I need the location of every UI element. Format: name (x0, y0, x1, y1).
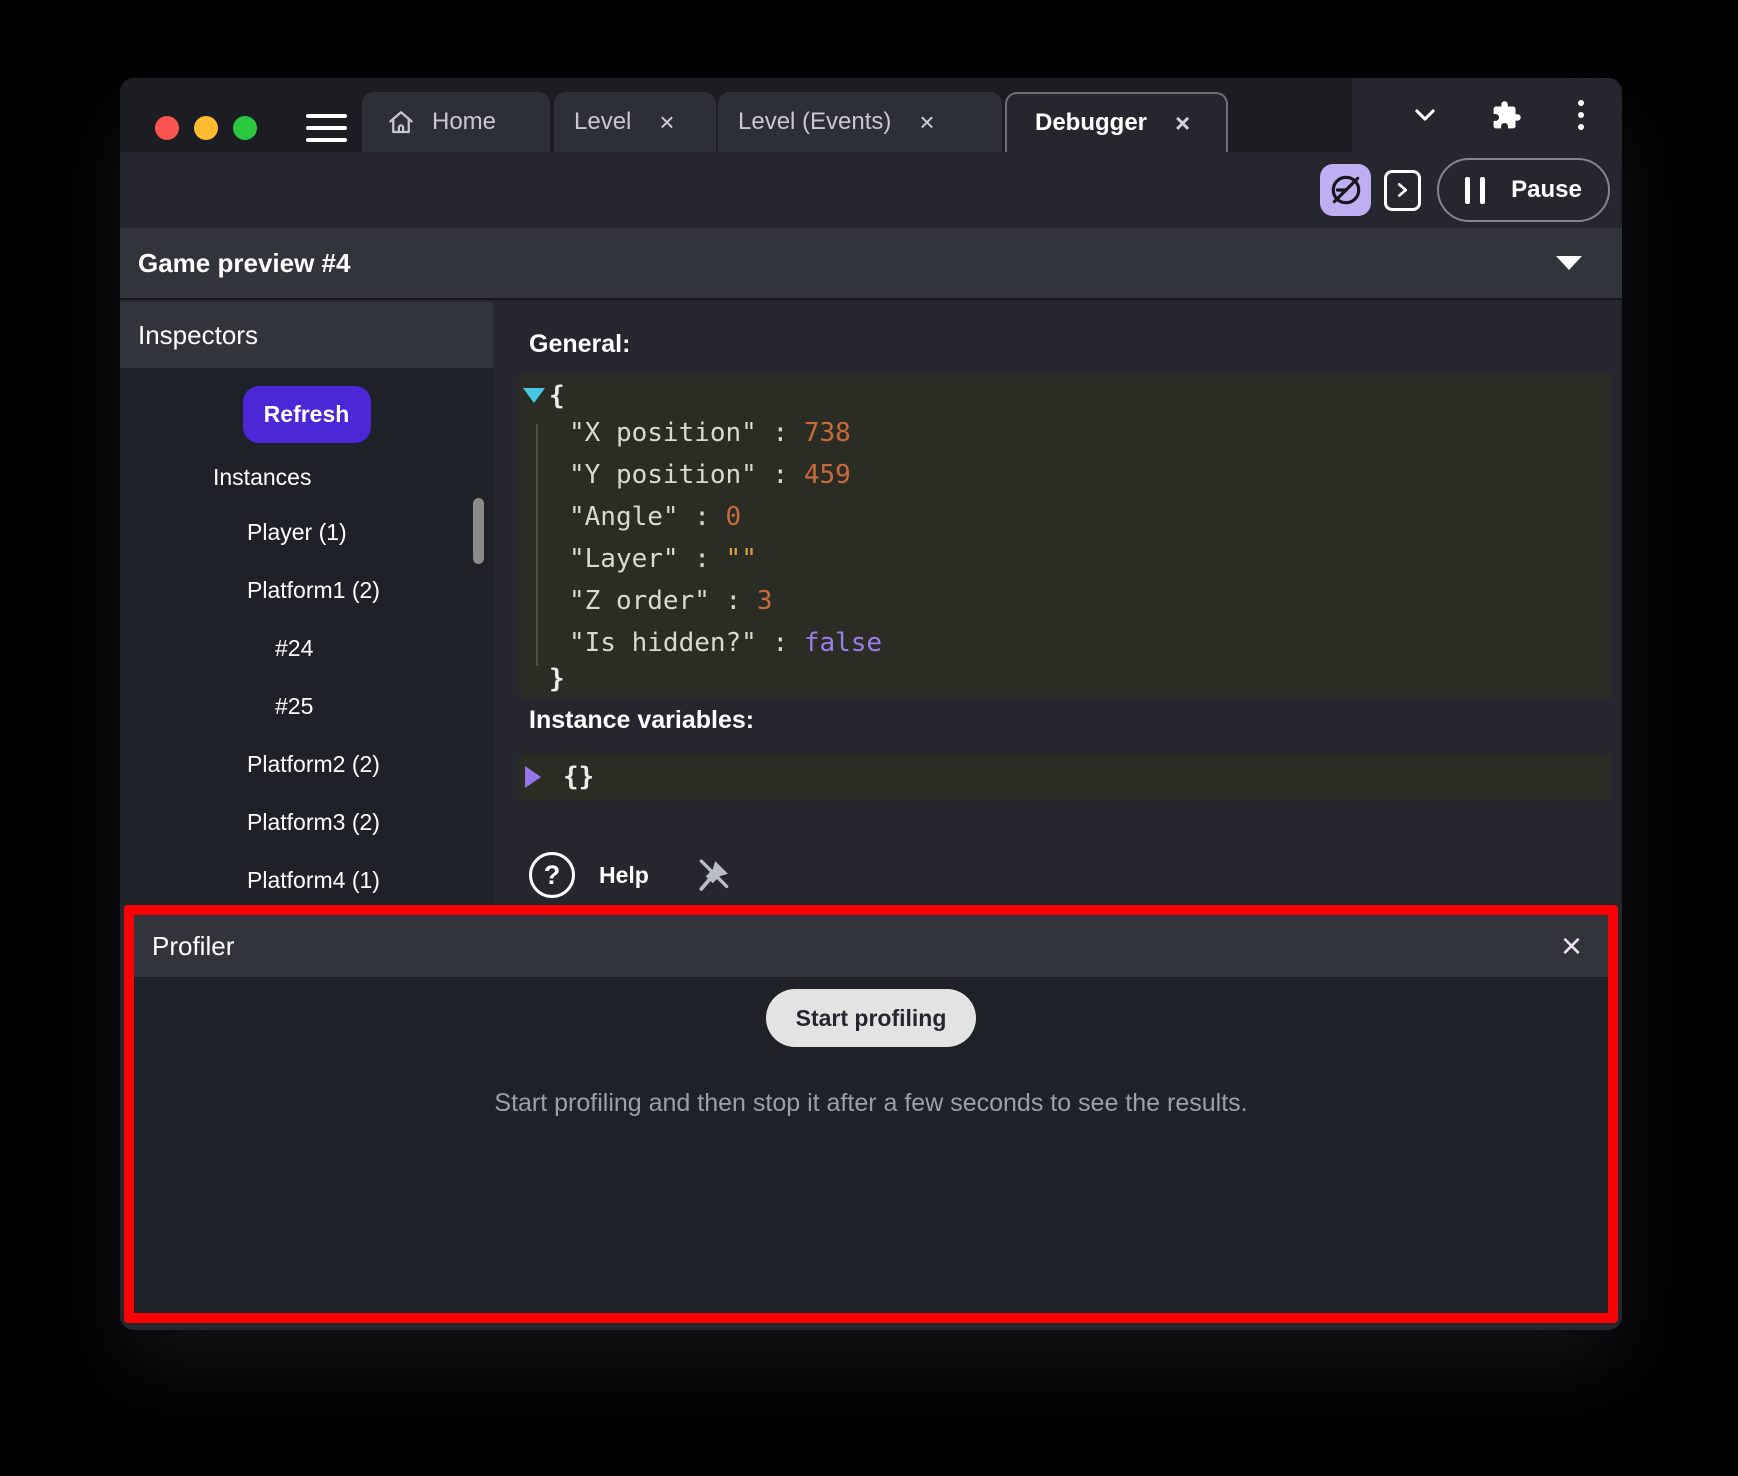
tab-label: Level (Events) (738, 108, 891, 136)
console-button[interactable] (1384, 170, 1421, 211)
unpin-icon[interactable] (695, 855, 733, 895)
tree-item-player[interactable]: Player (1) (120, 503, 493, 561)
extensions-icon[interactable] (1491, 100, 1522, 131)
tree-item-instance-25[interactable]: #25 (120, 677, 493, 735)
tab-debugger[interactable]: Debugger × (1005, 92, 1228, 152)
tree-item-platform4[interactable]: Platform4 (1) (120, 851, 493, 905)
expanded-arrow-icon[interactable] (523, 388, 545, 403)
help-label[interactable]: Help (599, 862, 649, 889)
debugger-toolbar: Pause (120, 152, 1622, 228)
property-separator: : (757, 418, 804, 448)
open-brace: { (549, 381, 565, 411)
console-icon (1392, 179, 1414, 201)
tree-item-instance-24[interactable]: #24 (120, 619, 493, 677)
property-value[interactable]: 3 (757, 586, 773, 616)
property-separator: : (710, 586, 757, 616)
property-key: "X position" (569, 418, 757, 448)
json-close-brace: } (519, 664, 1611, 694)
property-key: "Is hidden?" (569, 628, 757, 658)
property-value[interactable]: 738 (804, 418, 851, 448)
pause-icon (1465, 177, 1485, 204)
question-glyph: ? (544, 860, 561, 891)
json-property-row: "Layer" : "" (519, 538, 1611, 580)
profiler-body: Start profiling Start profiling and then… (134, 977, 1608, 1313)
close-window-button[interactable] (155, 116, 179, 140)
debugger-content: Inspectors Refresh Instances Player (1) … (120, 302, 1622, 905)
collapsed-arrow-icon[interactable] (525, 766, 541, 788)
tab-bar: Home Level × Level (Events) × Debugger × (120, 78, 1622, 152)
inspectors-title: Inspectors (138, 320, 258, 351)
menu-icon[interactable] (306, 114, 347, 142)
minimize-window-button[interactable] (194, 116, 218, 140)
tab-home[interactable]: Home (362, 92, 550, 152)
open-profiler-button[interactable] (1320, 164, 1371, 216)
property-separator: : (679, 544, 726, 574)
profiler-title: Profiler (152, 931, 234, 962)
tree-item-platform2[interactable]: Platform2 (2) (120, 735, 493, 793)
json-property-row: "Y position" : 459 (519, 454, 1611, 496)
property-value[interactable]: "" (726, 544, 757, 574)
help-icon[interactable]: ? (529, 852, 575, 898)
profiler-panel: Profiler × Start profiling Start profili… (124, 905, 1618, 1323)
tree-item-platform1[interactable]: Platform1 (2) (120, 561, 493, 619)
json-property-row: "Angle" : 0 (519, 496, 1611, 538)
tab-label: Home (432, 108, 496, 136)
general-json-view: { "X position" : 738 "Y position" : 459 … (519, 374, 1611, 698)
tab-label: Level (574, 108, 631, 136)
json-property-row: "Z order" : 3 (519, 580, 1611, 622)
tree-item-platform3[interactable]: Platform3 (2) (120, 793, 493, 851)
pause-button[interactable]: Pause (1437, 158, 1610, 222)
overflow-menu-icon[interactable] (1574, 96, 1588, 134)
pause-label: Pause (1511, 176, 1582, 204)
property-key: "Angle" (569, 502, 679, 532)
tab-level-events[interactable]: Level (Events) × (718, 92, 1002, 152)
profiler-description: Start profiling and then stop it after a… (494, 1089, 1247, 1118)
property-key: "Y position" (569, 460, 757, 490)
close-brace: } (549, 664, 565, 694)
json-property-row: "X position" : 738 (519, 412, 1611, 454)
tab-label: Debugger (1035, 109, 1147, 137)
help-row: ? Help (529, 852, 733, 898)
refresh-button[interactable]: Refresh (243, 386, 371, 443)
close-tab-icon[interactable]: × (659, 109, 674, 135)
json-open-brace: { (519, 380, 1611, 412)
inspector-detail-panel: General: { "X position" : 738 "Y positio… (493, 302, 1622, 905)
sidebar-scrollbar[interactable] (473, 498, 484, 564)
close-tab-icon[interactable]: × (1175, 110, 1190, 136)
zoom-window-button[interactable] (233, 116, 257, 140)
instance-variables-value: {} (563, 762, 594, 792)
window-controls (155, 116, 257, 140)
topbar-icons (1362, 78, 1622, 152)
app-window: Home Level × Level (Events) × Debugger × (120, 78, 1622, 1330)
property-key: "Z order" (569, 586, 710, 616)
property-key: "Layer" (569, 544, 679, 574)
tree-item-instances[interactable]: Instances (120, 459, 493, 495)
property-separator: : (679, 502, 726, 532)
instance-variables-view: {} (519, 754, 1611, 800)
instance-variables-label: Instance variables: (529, 706, 754, 735)
home-icon (386, 107, 416, 137)
tab-level[interactable]: Level × (554, 92, 716, 152)
game-preview-header[interactable]: Game preview #4 (120, 228, 1622, 300)
json-indent-guide (536, 424, 538, 666)
instances-tree: Instances Player (1) Platform1 (2) #24 #… (120, 459, 493, 905)
chevron-down-icon[interactable] (1411, 101, 1439, 129)
property-value[interactable]: false (804, 628, 882, 658)
property-value[interactable]: 0 (726, 502, 742, 532)
inspectors-list: Refresh Instances Player (1) Platform1 (… (120, 368, 493, 905)
property-separator: : (757, 628, 804, 658)
profiler-gauge-icon (1328, 172, 1364, 208)
profiler-header: Profiler × (134, 915, 1608, 977)
close-profiler-icon[interactable]: × (1561, 928, 1582, 964)
json-property-row: "Is hidden?" : false (519, 622, 1611, 664)
inspectors-header: Inspectors (120, 302, 493, 368)
general-section-label: General: (529, 330, 630, 359)
close-tab-icon[interactable]: × (919, 109, 934, 135)
property-separator: : (757, 460, 804, 490)
start-profiling-button[interactable]: Start profiling (766, 989, 977, 1047)
game-preview-title: Game preview #4 (138, 248, 350, 279)
property-value[interactable]: 459 (804, 460, 851, 490)
inspectors-sidebar: Inspectors Refresh Instances Player (1) … (120, 302, 493, 905)
collapse-chevron-icon[interactable] (1556, 256, 1582, 270)
